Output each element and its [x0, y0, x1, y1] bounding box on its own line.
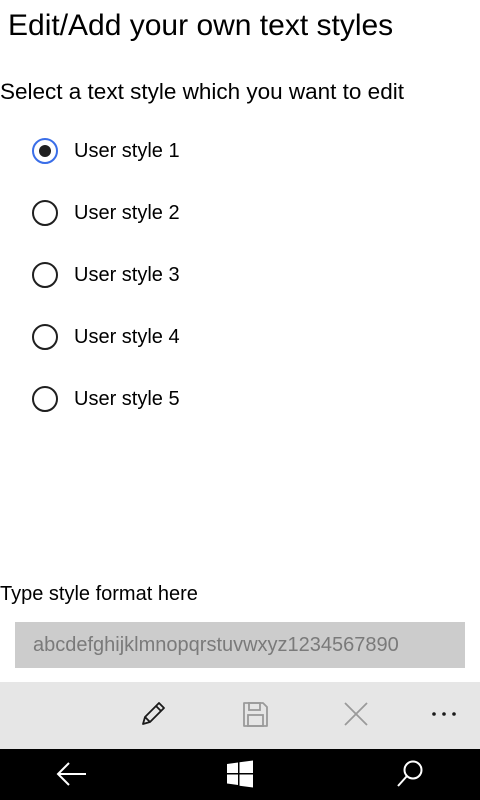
radio-label: User style 3 — [74, 264, 180, 286]
save-button[interactable] — [235, 694, 275, 734]
radio-user-style-1[interactable]: User style 1 — [32, 120, 472, 182]
pencil-icon — [142, 702, 165, 725]
radio-user-style-5[interactable]: User style 5 — [32, 368, 472, 430]
style-format-input[interactable] — [15, 622, 465, 668]
radio-button[interactable] — [32, 262, 58, 288]
close-icon — [344, 702, 368, 726]
radio-button[interactable] — [32, 324, 58, 350]
radio-user-style-3[interactable]: User style 3 — [32, 244, 472, 306]
radio-button-selected[interactable] — [32, 138, 58, 164]
search-icon — [397, 760, 423, 787]
radio-button[interactable] — [32, 200, 58, 226]
more-button[interactable] — [424, 694, 464, 734]
radio-label: User style 2 — [74, 202, 180, 224]
radio-label: User style 1 — [74, 140, 180, 162]
back-arrow-icon — [56, 762, 86, 786]
page-title: Edit/Add your own text styles — [8, 9, 394, 42]
radio-dot — [39, 145, 51, 157]
more-icon — [432, 712, 456, 716]
radio-user-style-4[interactable]: User style 4 — [32, 306, 472, 368]
search-button[interactable] — [390, 756, 430, 792]
select-style-prompt: Select a text style which you want to ed… — [0, 79, 404, 104]
app-bar — [0, 682, 480, 749]
windows-icon — [227, 760, 253, 788]
radio-label: User style 4 — [74, 326, 180, 348]
edit-button[interactable] — [133, 694, 173, 734]
cancel-button[interactable] — [336, 694, 376, 734]
format-field-label: Type style format here — [0, 583, 198, 605]
system-nav-bar — [0, 749, 480, 800]
save-icon — [243, 702, 268, 727]
start-button[interactable] — [220, 756, 260, 792]
radio-user-style-2[interactable]: User style 2 — [32, 182, 472, 244]
radio-label: User style 5 — [74, 388, 180, 410]
back-button[interactable] — [52, 756, 92, 792]
style-radio-group: User style 1 User style 2 User style 3 U… — [32, 120, 472, 430]
radio-button[interactable] — [32, 386, 58, 412]
